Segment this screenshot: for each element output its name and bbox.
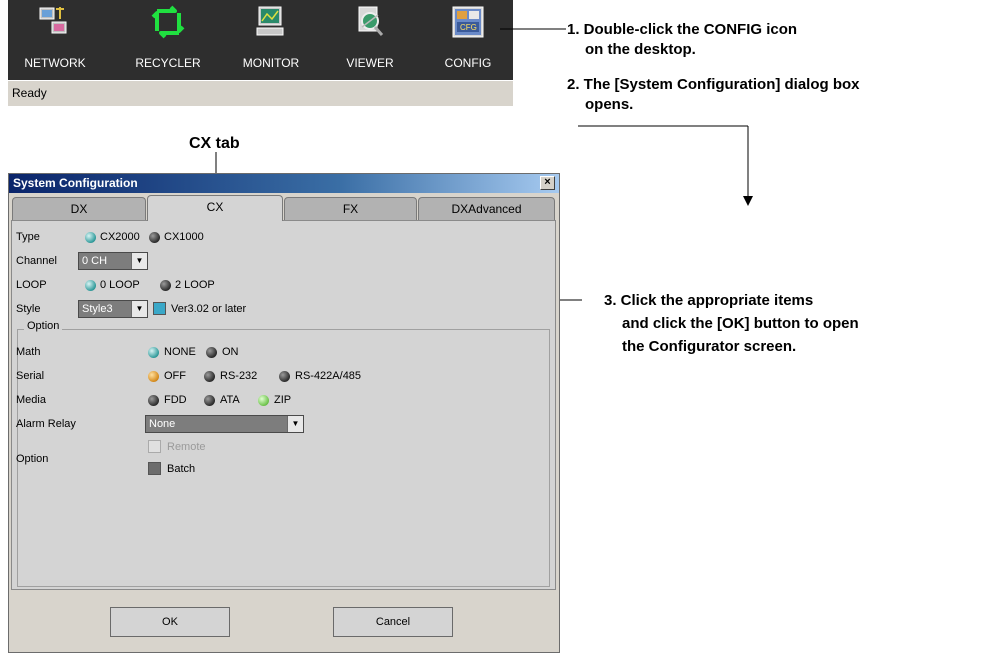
radio-math-on[interactable] — [206, 347, 217, 358]
loop-label: LOOP — [16, 279, 47, 291]
annotation-cx-tab: CX tab — [189, 135, 240, 152]
channel-value: 0 CH — [82, 255, 108, 267]
type-label: Type — [16, 231, 40, 243]
arrow-down-icon — [743, 196, 753, 206]
radio-2-loop-label: 2 LOOP — [175, 279, 215, 291]
alarm-relay-select[interactable]: None ▼ — [145, 415, 304, 433]
remote-checkbox[interactable] — [148, 440, 161, 453]
chevron-down-icon: ▼ — [287, 416, 303, 432]
close-icon: × — [544, 176, 551, 188]
cancel-button[interactable]: Cancel — [333, 607, 453, 637]
radio-cx1000-label: CX1000 — [164, 231, 204, 243]
close-button[interactable]: × — [540, 176, 555, 190]
radio-cx2000[interactable] — [85, 232, 96, 243]
system-configuration-dialog: System Configuration × DX CX FX DXAdvanc… — [8, 173, 560, 653]
tab-panel-cx: Type CX2000 CX1000 Channel 0 CH ▼ LOOP 0… — [11, 220, 556, 590]
radio-math-none[interactable] — [148, 347, 159, 358]
batch-checkbox-label: Batch — [167, 463, 196, 475]
channel-select[interactable]: 0 CH ▼ — [78, 252, 148, 270]
tab-fx[interactable]: FX — [284, 197, 417, 220]
ver302-checkbox[interactable] — [153, 302, 166, 315]
radio-0-loop-label: 0 LOOP — [100, 279, 140, 291]
annotation-step2-line2: opens. — [585, 96, 634, 113]
radio-serial-rs422-label: RS-422A/485 — [295, 370, 362, 382]
annotation-step3-line1: 3. Click the appropriate items — [604, 292, 814, 309]
alarm-relay-label: Alarm Relay — [16, 418, 76, 430]
option-group-legend: Option — [24, 320, 63, 332]
media-label: Media — [16, 394, 46, 406]
radio-media-ata[interactable] — [204, 395, 215, 406]
tab-dx[interactable]: DX — [12, 197, 146, 220]
annotation-step3-line2: and click the [OK] button to open — [622, 315, 859, 332]
math-label: Math — [16, 346, 41, 358]
dialog-title: System Configuration — [13, 176, 138, 190]
radio-serial-off[interactable] — [148, 371, 159, 382]
radio-math-on-label: ON — [222, 346, 239, 358]
annotation-step3-line3: the Configurator screen. — [622, 338, 797, 355]
batch-checkbox[interactable] — [148, 462, 161, 475]
remote-checkbox-label: Remote — [167, 441, 206, 453]
radio-math-none-label: NONE — [164, 346, 196, 358]
radio-media-zip-label: ZIP — [274, 394, 292, 406]
tab-dxadvanced[interactable]: DXAdvanced — [418, 197, 555, 220]
annotation-step1-line2: on the desktop. — [585, 41, 696, 58]
radio-serial-rs422[interactable] — [279, 371, 290, 382]
radio-2-loop[interactable] — [160, 280, 171, 291]
ok-button[interactable]: OK — [110, 607, 230, 637]
radio-media-fdd-label: FDD — [164, 394, 187, 406]
radio-media-fdd[interactable] — [148, 395, 159, 406]
style-value: Style3 — [82, 303, 113, 315]
ver302-checkbox-label: Ver3.02 or later — [171, 303, 247, 315]
radio-cx1000[interactable] — [149, 232, 160, 243]
option-group — [17, 329, 550, 587]
radio-cx2000-label: CX2000 — [100, 231, 140, 243]
dialog-title-bar: System Configuration — [9, 174, 559, 193]
chevron-down-icon: ▼ — [131, 301, 147, 317]
style-select[interactable]: Style3 ▼ — [78, 300, 148, 318]
radio-serial-rs232-label: RS-232 — [220, 370, 258, 382]
radio-0-loop[interactable] — [85, 280, 96, 291]
style-label: Style — [16, 303, 41, 315]
alarm-relay-value: None — [149, 418, 176, 430]
annotation-step2-line1: 2. The [System Configuration] dialog box — [567, 76, 860, 93]
channel-label: Channel — [16, 255, 57, 267]
radio-media-ata-label: ATA — [220, 394, 240, 406]
tab-cx[interactable]: CX — [147, 195, 283, 221]
annotation-step1-line1: 1. Double-click the CONFIG icon — [567, 21, 798, 38]
radio-serial-rs232[interactable] — [204, 371, 215, 382]
serial-label: Serial — [16, 370, 45, 382]
radio-media-zip[interactable] — [258, 395, 269, 406]
option-label: Option — [16, 453, 49, 465]
radio-serial-off-label: OFF — [164, 370, 186, 382]
chevron-down-icon: ▼ — [131, 253, 147, 269]
